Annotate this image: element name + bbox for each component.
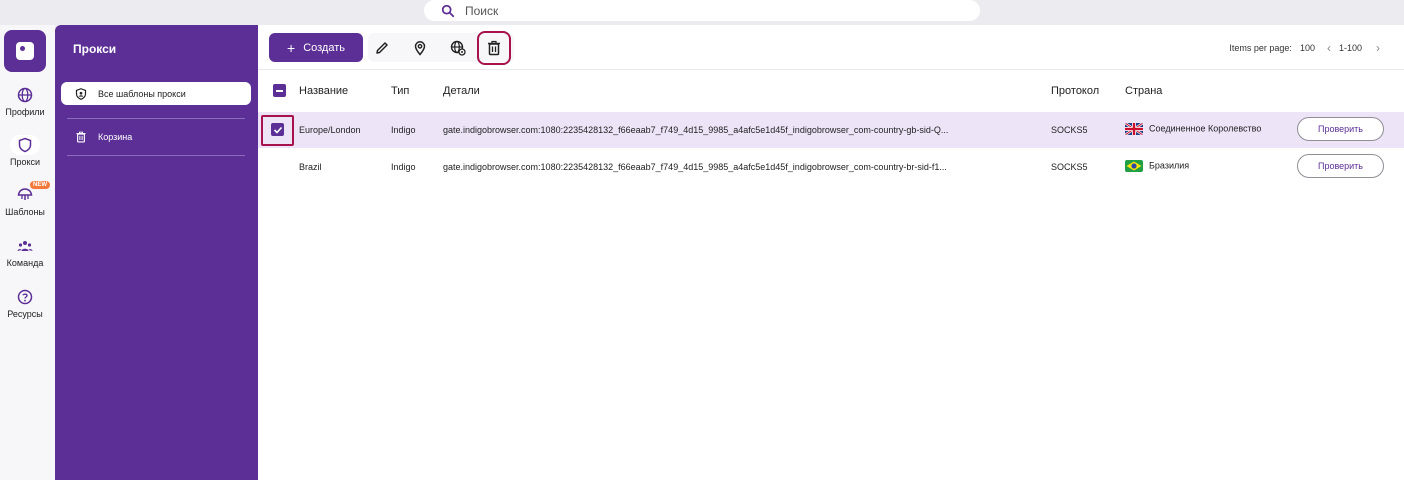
rail-item-profiles[interactable]: Профили (0, 85, 50, 117)
rail-label: Шаблоны (5, 207, 45, 217)
check-button[interactable]: Проверить (1297, 154, 1384, 178)
shield-icon (75, 87, 87, 100)
column-header-type[interactable]: Тип (391, 85, 409, 97)
create-button[interactable]: + Создать (269, 33, 363, 62)
cell-country: Бразилия (1125, 160, 1189, 172)
cell-name: Europe/London (299, 125, 361, 135)
page-range: 1-100 (1338, 43, 1362, 53)
per-page-label: Items per page: (1229, 43, 1292, 53)
column-header-name[interactable]: Название (299, 85, 348, 97)
toolbar-actions (368, 31, 514, 65)
search-input[interactable] (465, 3, 945, 18)
main-content: + Создать Items per page: 100 ‹ 1-100 › (258, 25, 1404, 480)
column-header-country[interactable]: Страна (1125, 85, 1162, 97)
uk-flag-icon (1125, 123, 1143, 135)
new-badge: NEW (30, 181, 50, 189)
check-button[interactable]: Проверить (1297, 117, 1384, 141)
cell-type: Indigo (391, 125, 416, 135)
divider (67, 155, 245, 156)
team-icon (17, 241, 33, 251)
shield-icon (18, 137, 32, 153)
table-header: Название Тип Детали Протокол Страна (258, 71, 1404, 111)
rail-label: Прокси (9, 157, 41, 167)
country-name: Бразилия (1149, 160, 1190, 171)
pagination: Items per page: 100 ‹ 1-100 › (1229, 41, 1380, 55)
panel-item-trash[interactable]: Корзина (61, 125, 251, 148)
cell-name: Brazil (299, 162, 322, 172)
plus-icon: + (287, 39, 296, 56)
umbrella-icon (17, 188, 33, 200)
help-icon (17, 289, 33, 305)
rail-label: Профили (5, 107, 45, 117)
location-button[interactable] (410, 38, 430, 58)
rail-label: Ресурсы (7, 309, 43, 319)
rail-item-team[interactable]: Команда (0, 236, 50, 268)
globe-icon (17, 87, 33, 103)
cell-protocol: SOCKS5 (1051, 162, 1088, 172)
app-logo[interactable] (4, 30, 46, 72)
cell-country: Соединенное Королевство (1125, 123, 1261, 135)
location-icon (414, 41, 426, 56)
prev-page-icon[interactable]: ‹ (1327, 41, 1331, 55)
rail-item-proxy[interactable]: Прокси (0, 135, 50, 167)
globe-settings-icon (450, 40, 466, 56)
edit-button[interactable] (372, 38, 392, 58)
trash-icon (488, 40, 500, 56)
create-label: Создать (303, 41, 345, 54)
cell-protocol: SOCKS5 (1051, 125, 1088, 135)
panel-item-label: Все шаблоны прокси (98, 88, 186, 99)
proxy-panel: Прокси Все шаблоны прокси Корзина (55, 25, 258, 480)
rail-item-templates[interactable]: NEW Шаблоны (0, 181, 50, 217)
rail-label: Команда (6, 258, 44, 268)
check-proxy-button[interactable] (448, 38, 468, 58)
panel-item-all-templates[interactable]: Все шаблоны прокси (61, 82, 251, 105)
checkmark-icon (273, 126, 282, 134)
table-row[interactable]: Europe/London Indigo gate.indigobrowser.… (258, 112, 1404, 148)
panel-item-label: Корзина (98, 131, 133, 142)
top-bar (0, 0, 1404, 25)
delete-button[interactable] (477, 31, 511, 65)
next-page-icon[interactable]: › (1376, 41, 1380, 55)
search-box[interactable] (424, 0, 980, 21)
column-header-protocol[interactable]: Протокол (1051, 85, 1099, 97)
cell-type: Indigo (391, 162, 416, 172)
nav-rail: Профили Прокси NEW Шаблоны Команда Ресур… (0, 25, 55, 480)
table-row[interactable]: Brazil Indigo gate.indigobrowser.com:108… (258, 149, 1404, 185)
select-all-checkbox[interactable] (273, 84, 286, 97)
per-page-select[interactable]: 100 (1300, 43, 1315, 53)
column-header-details: Детали (443, 85, 480, 97)
cell-details: gate.indigobrowser.com:1080:2235428132_f… (443, 125, 949, 135)
cell-details: gate.indigobrowser.com:1080:2235428132_f… (443, 162, 947, 172)
edit-icon (376, 42, 388, 54)
toolbar: + Создать Items per page: 100 ‹ 1-100 › (258, 25, 1404, 70)
brazil-flag-icon (1125, 160, 1143, 172)
row-checkbox[interactable] (271, 123, 284, 136)
rail-item-resources[interactable]: Ресурсы (0, 287, 50, 319)
panel-title: Прокси (73, 42, 117, 56)
trash-icon (76, 131, 86, 142)
divider (67, 118, 245, 119)
country-name: Соединенное Королевство (1149, 123, 1262, 134)
search-icon (441, 4, 455, 17)
